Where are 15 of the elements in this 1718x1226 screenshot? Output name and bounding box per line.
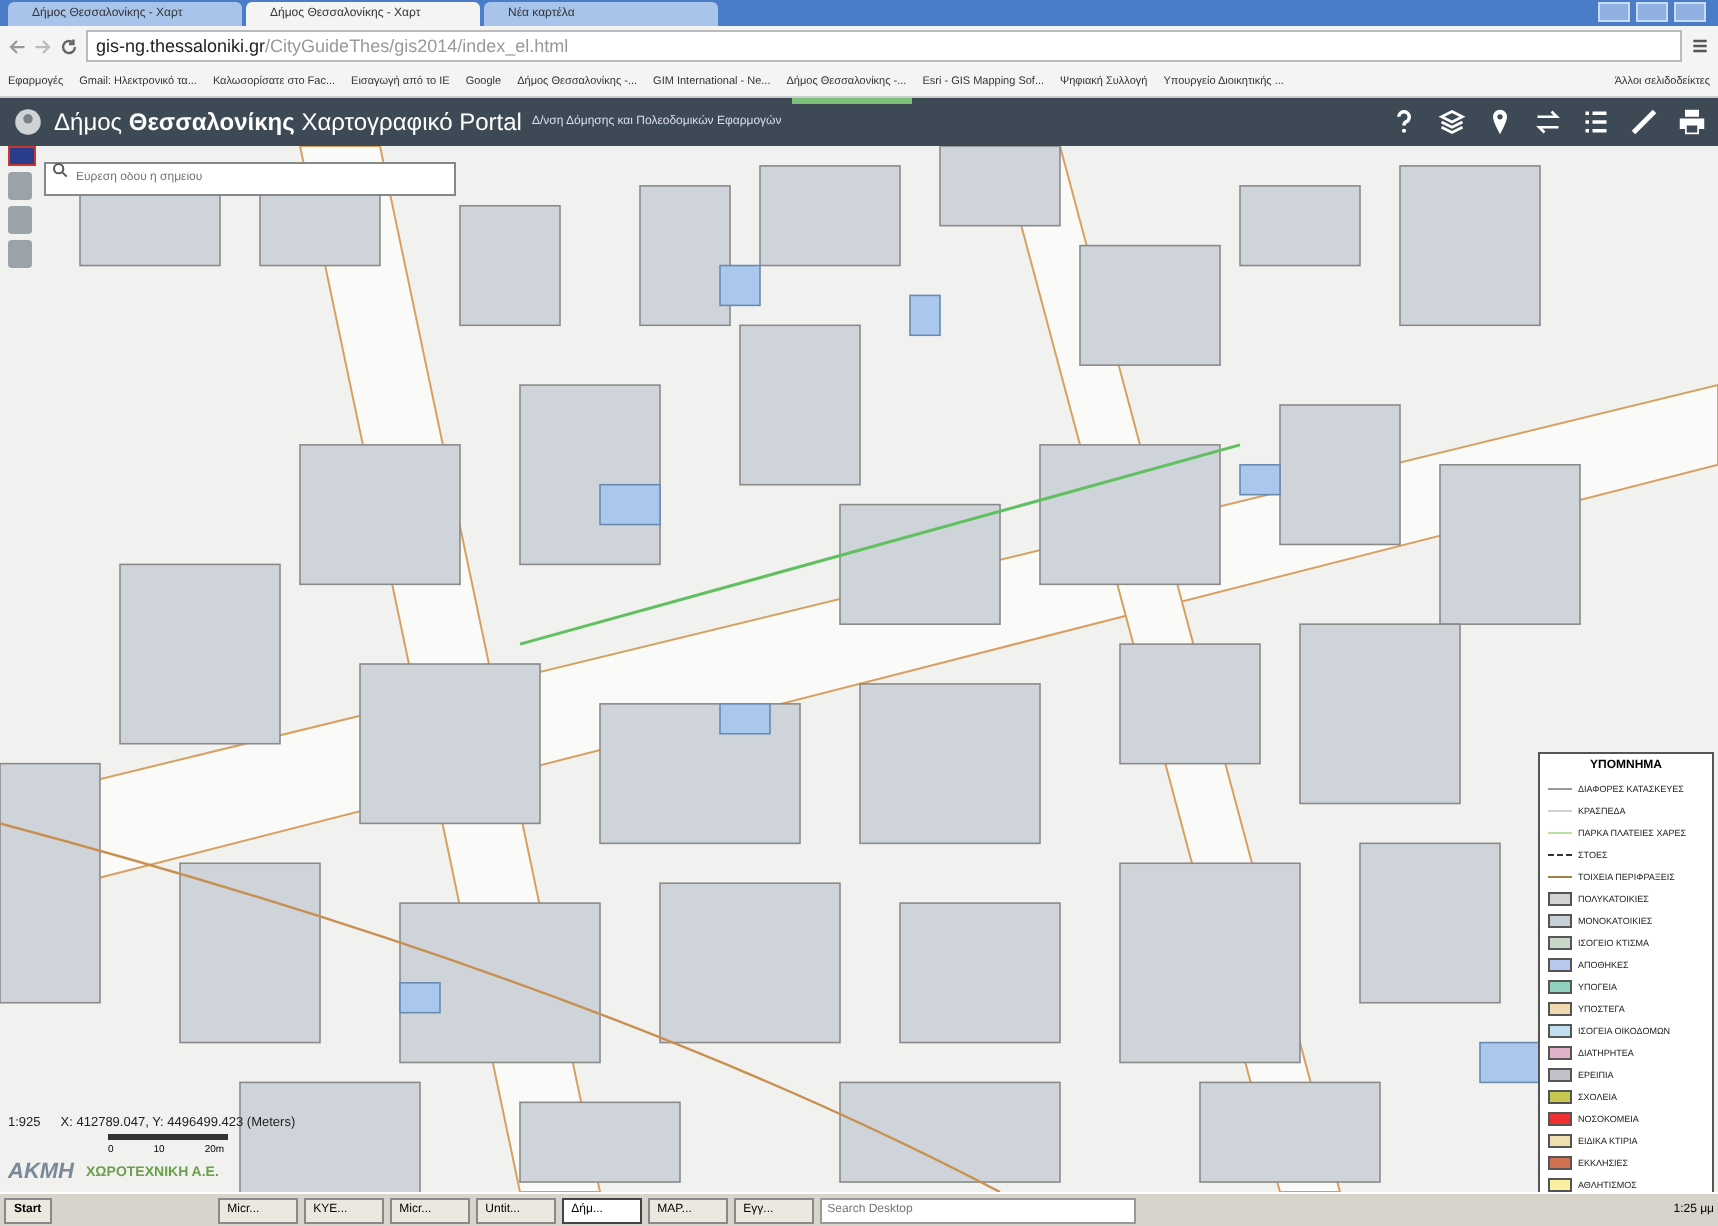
crest-icon bbox=[12, 106, 44, 138]
list-icon[interactable] bbox=[1582, 108, 1610, 136]
address-bar[interactable]: gis-ng.thessaloniki.gr/CityGuideThes/gis2014/index_el.html bbox=[86, 30, 1682, 62]
scale-bar bbox=[108, 1134, 228, 1140]
app-title: Δήμος Θεσσαλονίκης Χαρτογραφικό Portal bbox=[54, 108, 522, 136]
ruler-icon[interactable] bbox=[1630, 108, 1658, 136]
back-icon[interactable] bbox=[8, 37, 26, 55]
logo-text: ΑΚΜΗ bbox=[8, 1160, 74, 1184]
reload-icon[interactable] bbox=[60, 37, 78, 55]
loading-bar bbox=[792, 98, 912, 104]
layers-icon[interactable] bbox=[1438, 108, 1466, 136]
menu-icon[interactable] bbox=[1690, 36, 1710, 56]
swap-arrows-icon[interactable] bbox=[1534, 108, 1562, 136]
print-icon[interactable] bbox=[1678, 108, 1706, 136]
search-icon bbox=[52, 162, 68, 178]
